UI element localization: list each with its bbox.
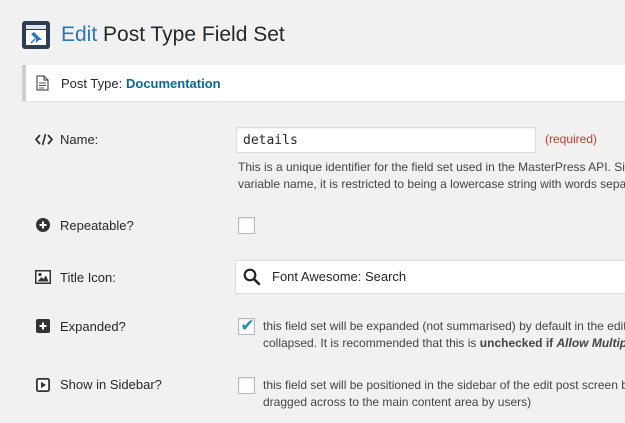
expanded-checkbox[interactable]: ✔ [238,316,255,336]
post-type-link[interactable]: Documentation [126,76,221,92]
field-set-pin-icon [22,21,50,49]
plus-circle-icon [36,218,50,232]
sidebar-label: Show in Sidebar? [60,377,162,392]
pin-icon [30,32,42,44]
repeatable-label: Repeatable? [60,218,134,233]
expanded-description-bold: unchecked [479,336,543,350]
expanded-description-italic: Allow Multiple It [556,336,625,350]
sidebar-description-line-2: dragged across to the main content area … [263,395,532,409]
title-icon-value: Font Awesome: Search [272,269,407,284]
name-description-line-1: This is a unique identifier for the fiel… [238,160,625,174]
page-title-accent: Edit [61,23,98,46]
search-icon [243,268,261,286]
code-icon [35,133,53,146]
name-label: Name: [60,132,99,147]
expanded-description-if: if [542,336,557,350]
page-title-rest: Post Type Field Set [103,23,285,46]
repeatable-checkbox[interactable] [238,217,255,234]
plus-square-icon [36,319,50,333]
image-icon [35,270,51,284]
sidebar-checkbox[interactable] [238,377,255,394]
expanded-description-prefix: collapsed. It is recommended that this i… [263,336,480,350]
play-square-icon [36,378,50,392]
expanded-label: Expanded? [60,319,126,334]
sidebar-description-line-1: this field set will be positioned in the… [263,378,625,392]
checkmark-icon: ✔ [240,316,255,336]
expanded-description-line-2: collapsed. It is recommended that this i… [263,335,625,352]
required-indicator: (required) [545,132,598,146]
page-title: Edit Post Type Field Set [61,20,285,50]
title-icon-label: Title Icon: [60,270,116,285]
post-type-label: Post Type: [61,76,123,91]
name-description-line-2: variable name, it is restricted to being… [238,177,625,191]
name-input[interactable] [236,127,536,153]
document-icon [36,75,49,91]
expanded-description-line-1: this field set will be expanded (not sum… [263,319,625,333]
